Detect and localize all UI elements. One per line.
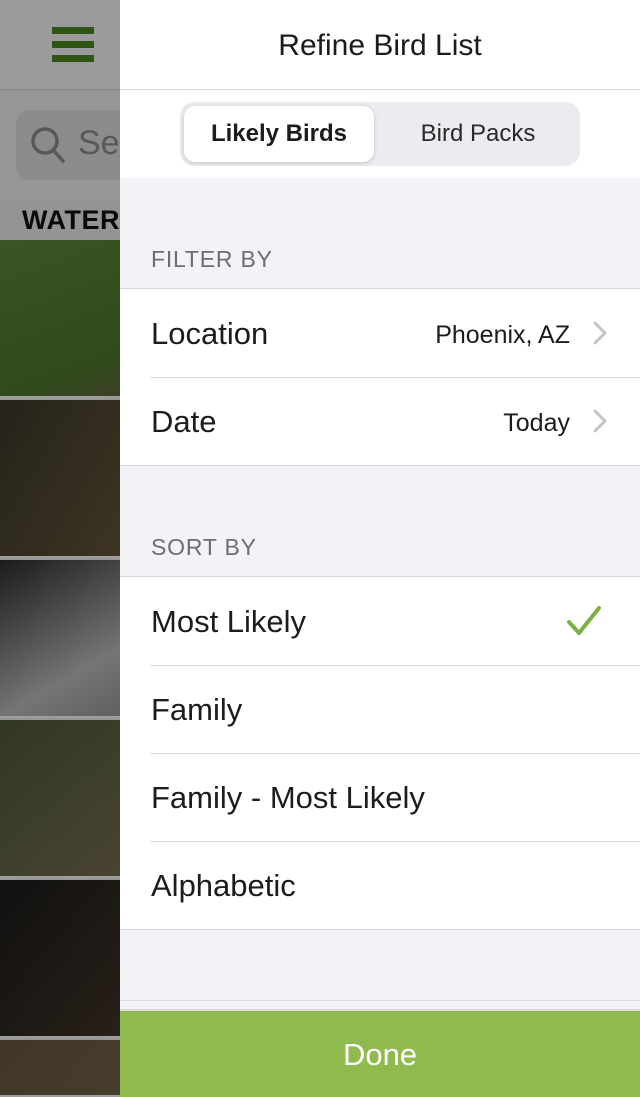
done-button[interactable]: Done: [120, 1009, 640, 1097]
chevron-right-icon: [593, 409, 607, 433]
filter-row-location[interactable]: Location Phoenix, AZ: [120, 289, 640, 377]
sort-row-family-most-likely[interactable]: Family - Most Likely: [120, 753, 640, 841]
row-label: Family - Most Likely: [151, 780, 425, 815]
sort-row-family[interactable]: Family: [120, 665, 640, 753]
sort-group: Most Likely Family Family - Most Likely …: [120, 576, 640, 930]
sort-row-most-likely[interactable]: Most Likely: [120, 577, 640, 665]
panel-header: Refine Bird List: [120, 0, 640, 90]
row-label: Alphabetic: [151, 868, 296, 903]
row-value: Today: [503, 409, 570, 437]
segment-area: Likely Birds Bird Packs: [120, 90, 640, 178]
sort-row-alphabetic[interactable]: Alphabetic: [120, 841, 640, 929]
sort-by-header: SORT BY: [151, 534, 257, 560]
filter-group: Location Phoenix, AZ Date Today: [120, 288, 640, 466]
segment-bird-packs[interactable]: Bird Packs: [380, 106, 576, 162]
segment-likely-birds[interactable]: Likely Birds: [184, 106, 374, 162]
row-value: Phoenix, AZ: [435, 321, 570, 349]
row-label: Location: [151, 316, 269, 351]
filter-row-date[interactable]: Date Today: [120, 377, 640, 465]
checkmark-icon: [567, 606, 601, 635]
chevron-right-icon: [593, 321, 607, 345]
row-label: Most Likely: [151, 604, 307, 639]
done-button-label: Done: [342, 1037, 418, 1072]
filter-by-header: FILTER BY: [151, 246, 273, 272]
segmented-control: Likely Birds Bird Packs: [180, 102, 580, 166]
divider: [120, 1000, 640, 1001]
panel-title: Refine Bird List: [278, 29, 482, 62]
row-label: Family: [151, 692, 243, 727]
row-label: Date: [151, 404, 217, 439]
refine-bird-list-panel: Refine Bird List Likely Birds Bird Packs…: [120, 0, 640, 1097]
app-screen: Sea WATER Refine Bird List Likely Birds …: [0, 0, 640, 1097]
